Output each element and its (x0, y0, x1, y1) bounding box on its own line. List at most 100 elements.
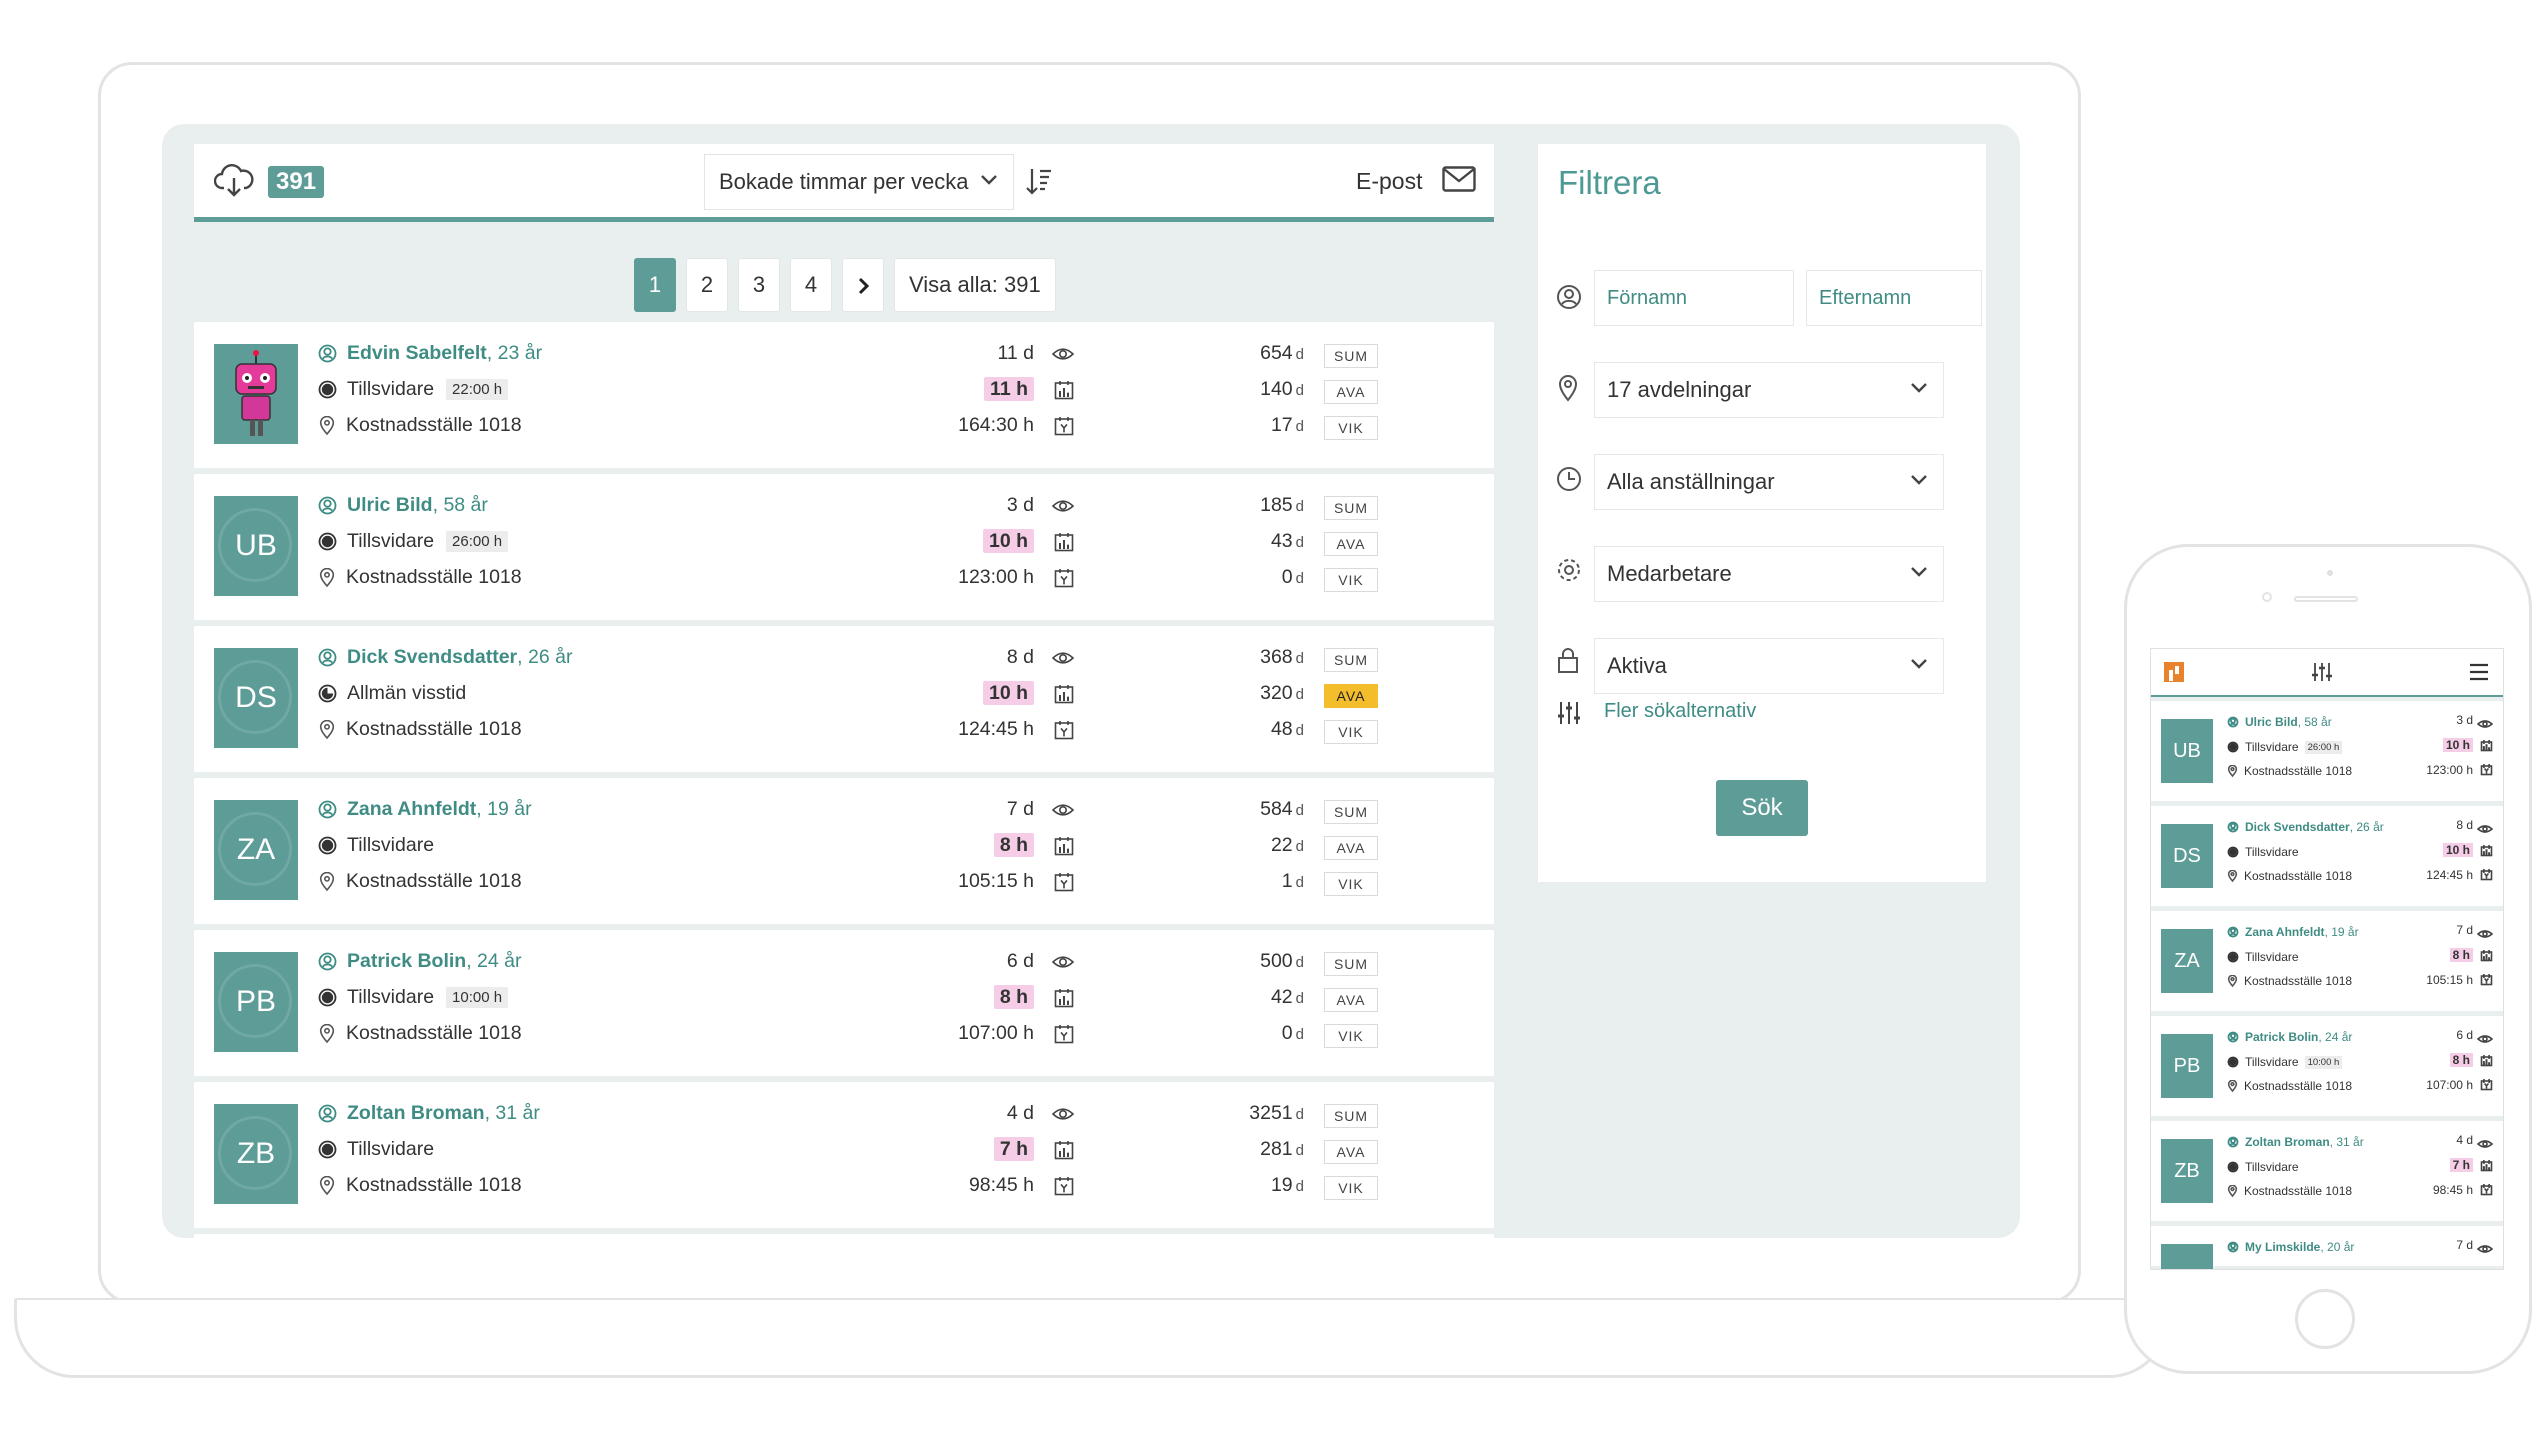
phone-employee-row[interactable]: ZB Zoltan Broman, 31 år 4 d Tillsvidare … (2151, 1121, 2503, 1221)
employee-row[interactable]: UB Ulric Bild, 58 år Tillsvidare 26:00 h … (194, 474, 1494, 620)
pagination: 1 2 3 4 Visa alla: 391 (634, 258, 1056, 312)
ava-tag: AVA (1324, 380, 1378, 404)
ava-tag: AVA (1324, 684, 1378, 708)
employee-row[interactable]: ZB Zoltan Broman, 31 år Tillsvidare Kost… (194, 1082, 1494, 1228)
phone-employee-row[interactable]: UB Ulric Bild, 58 år 3 d Tillsvidare 26:0… (2151, 701, 2503, 801)
hamburger-menu-icon[interactable] (2469, 663, 2489, 681)
role-select-value: Medarbetare (1607, 561, 1732, 586)
vik-days: 0d (1281, 1022, 1304, 1044)
employment-select[interactable]: Alla anställningar (1594, 454, 1944, 510)
sliders-icon[interactable] (2311, 661, 2333, 683)
sort-select[interactable]: Bokade timmar per vecka (704, 154, 1014, 210)
contract-hours-badge: 26:00 h (446, 531, 509, 552)
calendar-year-icon (2480, 1079, 2493, 1091)
vik-tag: VIK (1324, 1176, 1378, 1200)
filter-panel: Filtrera Förnamn Efternamn 17 avdelninga… (1538, 144, 1986, 882)
total-hours-value: 105:15 h (2426, 973, 2473, 987)
vik-tag: VIK (1324, 1024, 1378, 1048)
cost-center: Kostnadsställe 1018 (2244, 1079, 2353, 1093)
employee-name-line: Edvin Sabelfelt, 23 år (318, 342, 542, 365)
total-hours-value: 164:30 h (958, 414, 1034, 436)
employee-name[interactable]: Ulric Bild (2245, 715, 2298, 729)
employment-line: Tillsvidare (2227, 950, 2299, 964)
next-page-button[interactable] (842, 258, 884, 312)
employee-name[interactable]: Edvin Sabelfelt (347, 342, 487, 364)
ava-tag: AVA (1324, 532, 1378, 556)
avatar: PB (2161, 1034, 2213, 1098)
cloud-download-icon[interactable] (214, 162, 254, 198)
vik-tag: VIK (1324, 720, 1378, 744)
employment-type: Tillsvidare (347, 834, 435, 856)
phone-employee-row[interactable]: My Limskilde, 20 år 7 d (2151, 1226, 2503, 1269)
phone-employee-row[interactable]: PB Patrick Bolin, 24 år 6 d Tillsvidare 1… (2151, 1016, 2503, 1116)
sum-tag: SUM (1324, 648, 1378, 672)
role-select[interactable]: Medarbetare (1594, 546, 1944, 602)
total-hours-value: 105:15 h (958, 870, 1034, 892)
employee-row[interactable]: DS Dick Svendsdatter, 26 år Allmän visst… (194, 626, 1494, 772)
sliders-icon (1558, 702, 1580, 724)
department-select[interactable]: 17 avdelningar (1594, 362, 1944, 418)
employee-name[interactable]: Patrick Bolin (2245, 1030, 2318, 1044)
more-search-options-link[interactable]: Fler sökalternativ (1604, 700, 1756, 723)
employee-name[interactable]: Zoltan Broman (2245, 1135, 2330, 1149)
avatar-initials: UB (235, 529, 277, 562)
employment-type: Tillsvidare (2245, 845, 2299, 859)
employee-name[interactable]: Dick Svendsdatter (347, 646, 517, 668)
cost-center: Kostnadsställe 1018 (346, 870, 522, 892)
page-button-3[interactable]: 3 (738, 258, 780, 312)
avatar: DS (2161, 824, 2213, 888)
week-hours-badge: 8 h (2449, 948, 2473, 962)
employee-name[interactable]: Zoltan Broman (347, 1102, 485, 1124)
employee-row[interactable]: Edvin Sabelfelt, 23 år Tillsvidare 22:00 … (194, 322, 1494, 468)
sum-tag: SUM (1324, 344, 1378, 368)
page-button-4[interactable]: 4 (790, 258, 832, 312)
location-pin-icon (319, 871, 335, 891)
search-button[interactable]: Sök (1716, 780, 1808, 836)
cost-center: Kostnadsställe 1018 (346, 1022, 522, 1044)
employee-name[interactable]: Patrick Bolin (347, 950, 466, 972)
page-button-1[interactable]: 1 (634, 258, 676, 312)
last-name-input[interactable]: Efternamn (1806, 270, 1982, 326)
avatar-initials: PB (2173, 1055, 2201, 1077)
employment-filled-icon (2227, 846, 2239, 858)
sort-descending-icon[interactable] (1026, 166, 1052, 196)
employee-name-line: Patrick Bolin, 24 år (2227, 1030, 2352, 1044)
eye-icon (2476, 825, 2494, 833)
chevron-down-icon (1911, 567, 1927, 577)
sum-tag: SUM (1324, 496, 1378, 520)
employee-name[interactable]: Zana Ahnfeldt (2245, 925, 2325, 939)
ava-days: 281 d (1260, 1138, 1304, 1160)
days-column: 6 d (854, 950, 1075, 976)
sum-tag: SUM (1324, 800, 1378, 824)
total-hours-column: 164:30 h (854, 414, 1074, 440)
employee-row[interactable]: PB Patrick Bolin, 24 år Tillsvidare 10:00… (194, 930, 1494, 1076)
location-pin-icon (319, 567, 335, 587)
avatar-initials: ZB (236, 1137, 276, 1170)
employment-type: Allmän visstid (347, 682, 467, 704)
email-link[interactable]: E-post (1356, 168, 1422, 195)
show-all-button[interactable]: Visa alla: 391 (894, 258, 1056, 312)
user-icon (2227, 716, 2239, 728)
employee-row[interactable]: ZA Zana Ahnfeldt, 19 år Tillsvidare Kost… (194, 778, 1494, 924)
envelope-icon[interactable] (1442, 166, 1476, 192)
phone-employee-row[interactable]: DS Dick Svendsdatter, 26 år 8 d Tillsvid… (2151, 806, 2503, 906)
employee-name[interactable]: Dick Svendsdatter (2245, 820, 2350, 834)
employee-name[interactable]: Zana Ahnfeldt (347, 798, 476, 820)
ava-days: 43 d (1270, 530, 1304, 552)
employee-name[interactable]: Ulric Bild (347, 494, 433, 516)
avatar-initials: DS (2173, 845, 2201, 867)
avatar-initials: DS (235, 681, 277, 714)
employment-filled-icon (318, 836, 337, 855)
page-button-2[interactable]: 2 (686, 258, 728, 312)
employment-line: Tillsvidare (318, 1138, 434, 1161)
employment-partial-icon (318, 684, 337, 703)
phone-employee-row[interactable]: ZA Zana Ahnfeldt, 19 år 7 d Tillsvidare … (2151, 911, 2503, 1011)
employee-name-line: Zana Ahnfeldt, 19 år (318, 798, 532, 821)
clock-icon (1557, 467, 1581, 491)
employment-filled-icon (2227, 741, 2239, 753)
employee-name[interactable]: My Limskilde (2245, 1240, 2320, 1254)
avatar-initials: UB (2173, 740, 2201, 762)
employment-type: Tillsvidare (2245, 740, 2299, 754)
first-name-input[interactable]: Förnamn (1594, 270, 1794, 326)
status-select[interactable]: Aktiva (1594, 638, 1944, 694)
